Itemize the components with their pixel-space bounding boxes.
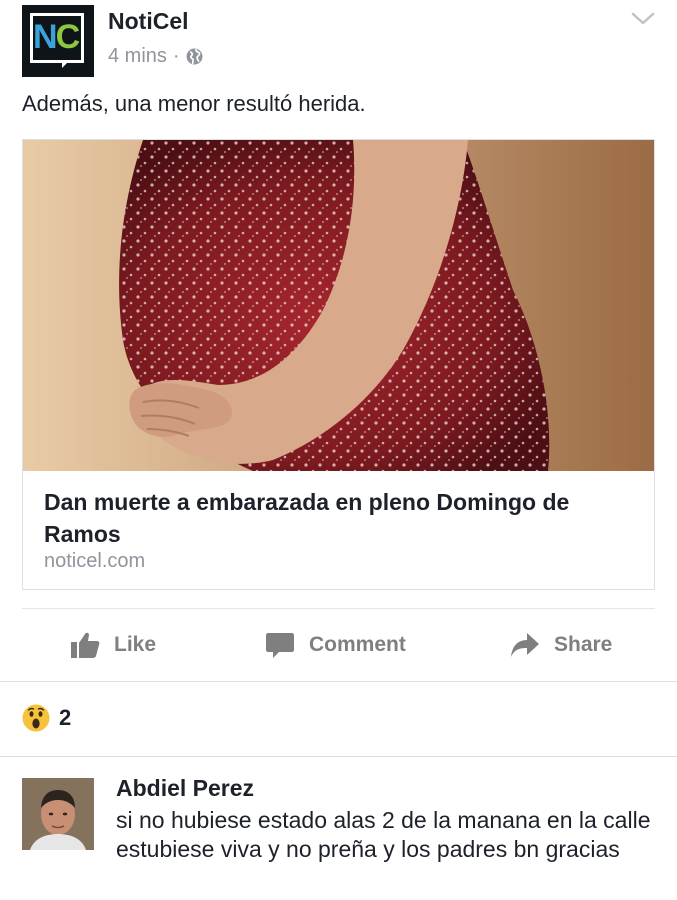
link-domain: noticel.com	[44, 550, 146, 572]
pregnant-woman-photo	[23, 140, 654, 471]
link-preview-card[interactable]: Dan muerte a embarazada en pleno Domingo…	[22, 139, 655, 590]
page-logo[interactable]: NC	[22, 5, 94, 77]
page-name[interactable]: NotiCel	[108, 8, 189, 35]
chevron-down-icon[interactable]	[630, 10, 656, 28]
actions-divider	[22, 608, 655, 609]
comment-label: Comment	[309, 633, 406, 656]
post-header: NC NotiCel 4 mins ·	[0, 0, 677, 90]
like-label: Like	[114, 633, 157, 656]
logo-letters: NC	[33, 18, 81, 56]
share-button[interactable]: Share	[510, 627, 612, 663]
like-button[interactable]: Like	[70, 627, 156, 663]
commenter-photo	[22, 778, 94, 850]
post-meta: 4 mins ·	[108, 45, 203, 68]
share-label: Share	[554, 633, 613, 656]
share-arrow-icon	[511, 633, 539, 657]
comment-author[interactable]: Abdiel Perez	[116, 775, 254, 802]
logo-letter-n: N	[33, 18, 58, 56]
commenter-avatar[interactable]	[22, 778, 94, 850]
wow-icon	[22, 704, 50, 732]
comment-text: si no hubiese estado alas 2 de la manana…	[116, 807, 651, 862]
reactions-summary[interactable]: 2	[22, 704, 71, 732]
meta-separator: ·	[172, 45, 180, 67]
post-text: Además, una menor resultó herida.	[22, 91, 366, 116]
comment-bubble-icon	[266, 633, 294, 658]
link-title[interactable]: Dan muerte a embarazada en pleno Domingo…	[44, 486, 634, 550]
thumbs-up-icon	[71, 632, 100, 658]
reaction-count: 2	[59, 705, 72, 730]
logo-bubble-tail	[62, 60, 70, 68]
globe-icon	[186, 48, 203, 65]
post-timestamp[interactable]: 4 mins	[108, 45, 167, 68]
link-preview-image[interactable]	[23, 140, 654, 471]
comments-divider	[0, 756, 677, 757]
comment-button[interactable]: Comment	[265, 627, 406, 663]
logo-letter-c: C	[55, 18, 81, 56]
actions-bottom-divider	[0, 681, 677, 682]
